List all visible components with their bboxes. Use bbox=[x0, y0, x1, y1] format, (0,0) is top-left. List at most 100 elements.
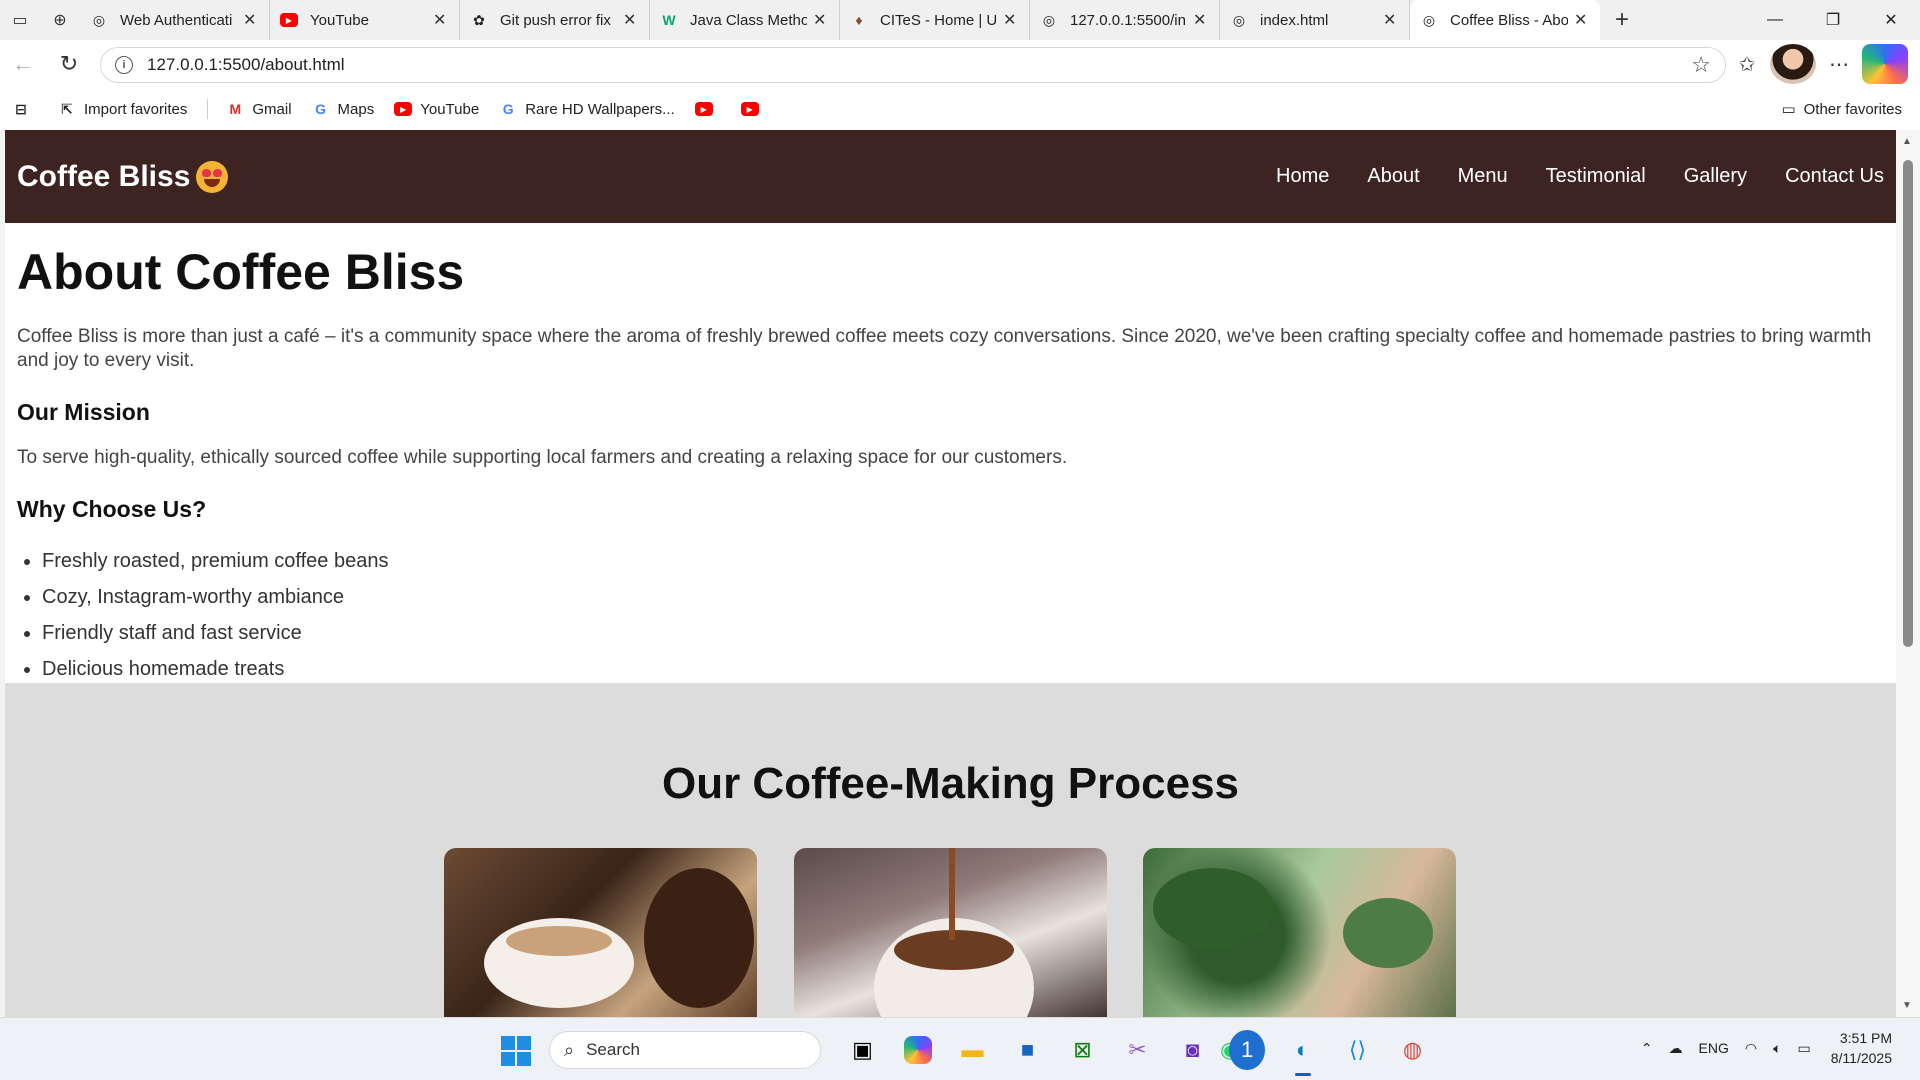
scroll-up-icon[interactable]: ▲ bbox=[1902, 136, 1912, 147]
workspaces-icon[interactable]: ⊕ bbox=[40, 0, 80, 40]
copilot-app-icon[interactable] bbox=[890, 1030, 945, 1070]
app-icon[interactable]: ◙ bbox=[1165, 1030, 1220, 1070]
nav-menu[interactable]: Menu bbox=[1458, 165, 1508, 188]
favorite-youtube-3[interactable]: ▶ bbox=[740, 100, 767, 118]
other-favorites[interactable]: ▭ Other favorites bbox=[1781, 100, 1902, 119]
url-text[interactable]: 127.0.0.1:5500/about.html bbox=[147, 55, 1691, 75]
favorite-wallpapers[interactable]: G Rare HD Wallpapers... bbox=[499, 100, 675, 118]
onedrive-icon[interactable]: ☁ bbox=[1669, 1040, 1683, 1057]
nav-home[interactable]: Home bbox=[1276, 165, 1329, 188]
favorite-label: Rare HD Wallpapers... bbox=[525, 100, 675, 118]
store-icon[interactable]: ■ bbox=[1000, 1030, 1055, 1070]
favorite-import[interactable]: ⇱ Import favorites bbox=[58, 100, 187, 118]
tab-2[interactable]: ✿ Git push error fix ✕ bbox=[460, 0, 650, 40]
address-row: ← ↻ i 127.0.0.1:5500/about.html ☆ ✩ ⋯ bbox=[0, 40, 1920, 88]
reasons-list: Freshly roasted, premium coffee beans Co… bbox=[17, 543, 1884, 687]
nav-contact[interactable]: Contact Us bbox=[1785, 165, 1884, 188]
nav-testimonial[interactable]: Testimonial bbox=[1546, 165, 1646, 188]
tab-strip: ▭ ⊕ ◎ Web Authenticati ✕ ▶ YouTube ✕ ✿ G… bbox=[0, 0, 1920, 40]
restore-icon[interactable]: ❐ bbox=[1804, 0, 1862, 40]
favorite-youtube-2[interactable]: ▶ bbox=[694, 100, 721, 118]
nav-gallery[interactable]: Gallery bbox=[1684, 165, 1747, 188]
close-icon[interactable]: ✕ bbox=[1003, 10, 1019, 30]
wifi-icon[interactable]: ◠ bbox=[1745, 1040, 1757, 1057]
search-placeholder: Search bbox=[586, 1040, 640, 1059]
task-view-icon[interactable]: ▣ bbox=[835, 1030, 890, 1070]
close-icon[interactable]: ✕ bbox=[1383, 10, 1399, 30]
tab-1[interactable]: ▶ YouTube ✕ bbox=[270, 0, 460, 40]
tab-title: Web Authenticati bbox=[120, 11, 233, 29]
tab-7-active[interactable]: ◎ Coffee Bliss - Abo ✕ bbox=[1410, 0, 1600, 40]
notification-badge: 1 bbox=[1229, 1030, 1265, 1070]
tab-3[interactable]: W Java Class Metho ✕ bbox=[650, 0, 840, 40]
favorite-label: Maps bbox=[337, 100, 375, 118]
plants-image bbox=[1143, 848, 1456, 1017]
snipping-tool-icon[interactable]: ✂ bbox=[1110, 1030, 1165, 1070]
scroll-down-icon[interactable]: ▼ bbox=[1902, 1000, 1912, 1011]
coffee-cup-beans-image bbox=[444, 848, 757, 1017]
profile-avatar[interactable] bbox=[1770, 44, 1816, 84]
clock-date: 8/11/2025 bbox=[1830, 1050, 1892, 1066]
scrollbar-thumb[interactable] bbox=[1903, 160, 1913, 647]
vscode-icon[interactable]: ⟨⟩ bbox=[1330, 1030, 1385, 1070]
file-explorer-icon[interactable]: ▬ bbox=[945, 1030, 1000, 1070]
address-bar[interactable]: i 127.0.0.1:5500/about.html ☆ bbox=[100, 47, 1726, 83]
close-icon[interactable]: ✕ bbox=[1574, 10, 1590, 30]
page-viewport: Coffee Bliss Home About Menu Testimonial… bbox=[5, 130, 1896, 1017]
list-item: Friendly staff and fast service bbox=[42, 615, 1884, 651]
whatsapp-icon[interactable]: ◉1 bbox=[1220, 1030, 1275, 1070]
close-window-icon[interactable]: ✕ bbox=[1862, 0, 1920, 40]
back-arrow-icon[interactable]: ← bbox=[0, 44, 46, 84]
favorite-star-icon[interactable]: ☆ bbox=[1691, 52, 1711, 78]
copilot-icon[interactable] bbox=[1862, 44, 1908, 84]
favorite-youtube[interactable]: ▶ YouTube bbox=[394, 100, 479, 118]
close-icon[interactable]: ✕ bbox=[623, 10, 639, 30]
xbox-icon[interactable]: ⊠ bbox=[1055, 1030, 1110, 1070]
tab-title: Java Class Metho bbox=[690, 11, 807, 29]
nav-about[interactable]: About bbox=[1367, 165, 1419, 188]
favorite-maps[interactable]: G Maps bbox=[312, 100, 375, 118]
youtube-icon: ▶ bbox=[694, 100, 713, 118]
new-tab-button[interactable]: + bbox=[1600, 0, 1644, 40]
tab-0[interactable]: ◎ Web Authenticati ✕ bbox=[80, 0, 270, 40]
volume-icon[interactable]: 🔈︎ bbox=[1773, 1040, 1781, 1057]
close-icon[interactable]: ✕ bbox=[1193, 10, 1209, 30]
tab-6[interactable]: ◎ index.html ✕ bbox=[1220, 0, 1410, 40]
favorite-label: YouTube bbox=[420, 100, 480, 118]
tab-title: 127.0.0.1:5500/in bbox=[1070, 11, 1186, 29]
site-info-icon[interactable]: i bbox=[115, 56, 133, 74]
tab-title: CITeS - Home | U bbox=[880, 11, 997, 29]
youtube-icon: ▶ bbox=[394, 100, 413, 118]
tab-search-icon[interactable]: ⊟ bbox=[12, 100, 38, 118]
battery-icon[interactable]: ▭ bbox=[1798, 1040, 1811, 1057]
favorites-icon[interactable]: ✩ bbox=[1724, 44, 1770, 84]
more-options-icon[interactable]: ⋯ bbox=[1816, 44, 1862, 84]
minimize-icon[interactable]: — bbox=[1746, 0, 1804, 40]
youtube-icon: ▶ bbox=[280, 11, 298, 29]
taskbar: ⌕ Search ▣ ▬ ■ ⊠ ✂ ◙ ◉1 ◐ ⟨⟩ ◍ ⌃ ☁ ENG ◠… bbox=[0, 1017, 1920, 1080]
about-section: About Coffee Bliss Coffee Bliss is more … bbox=[5, 223, 1896, 687]
chevron-up-icon[interactable]: ⌃ bbox=[1641, 1040, 1653, 1057]
globe-icon: ◎ bbox=[92, 11, 106, 28]
close-icon[interactable]: ✕ bbox=[243, 10, 259, 30]
process-title: Our Coffee-Making Process bbox=[661, 759, 1240, 808]
tab-4[interactable]: ♦ CITeS - Home | U ✕ bbox=[840, 0, 1030, 40]
site-logo[interactable]: Coffee Bliss bbox=[17, 160, 229, 194]
close-icon[interactable]: ✕ bbox=[813, 10, 829, 30]
tab-5[interactable]: ◎ 127.0.0.1:5500/in ✕ bbox=[1030, 0, 1220, 40]
favorite-gmail[interactable]: M Gmail bbox=[226, 100, 292, 118]
close-icon[interactable]: ✕ bbox=[433, 10, 449, 30]
language-indicator[interactable]: ENG bbox=[1699, 1040, 1729, 1056]
refresh-icon[interactable]: ↻ bbox=[46, 44, 92, 84]
page-scrollbar[interactable]: ▲ ▼ bbox=[1896, 130, 1920, 1017]
tab-actions-icon[interactable]: ▭ bbox=[0, 0, 40, 40]
gmail-icon: M bbox=[229, 101, 242, 117]
windows-start-icon[interactable] bbox=[501, 1036, 531, 1066]
taskbar-search[interactable]: ⌕ Search bbox=[549, 1031, 821, 1069]
edge-icon[interactable]: ◐ bbox=[1275, 1030, 1330, 1076]
chrome-icon[interactable]: ◍ bbox=[1385, 1030, 1440, 1070]
clock[interactable]: 3:51 PM 8/11/2025 bbox=[1831, 1028, 1892, 1068]
pour-over-coffee-image bbox=[794, 848, 1107, 1017]
globe-icon: ◎ bbox=[1232, 11, 1246, 28]
site-navbar: Coffee Bliss Home About Menu Testimonial… bbox=[5, 130, 1896, 223]
